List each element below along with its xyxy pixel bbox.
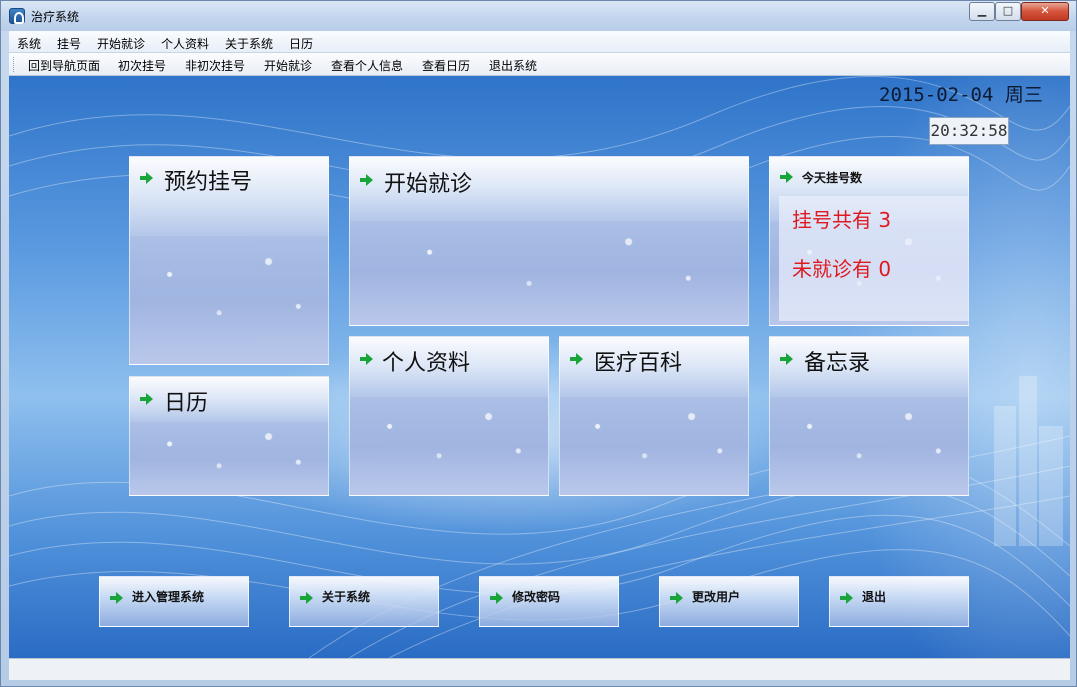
title-bar[interactable]: 治疗系统 ▁ □ ✕ [1,1,1076,31]
minimize-button[interactable]: ▁ [969,2,995,21]
green-arrow-icon [670,591,684,605]
menu-start-consult[interactable]: 开始就诊 [97,35,145,52]
tool-bar: 回到导航页面 初次挂号 非初次挂号 开始就诊 查看个人信息 查看日历 退出系统 [9,53,1070,76]
button-label: 进入管理系统 [132,590,205,604]
menu-about[interactable]: 关于系统 [225,35,273,52]
tile-label: 备忘录 [804,351,871,376]
green-arrow-icon [300,591,314,605]
toolbar-grip[interactable] [13,57,16,72]
green-arrow-icon [360,352,374,366]
tile-background [770,397,968,495]
clock-display: 20:32:58 [929,117,1009,145]
tile-background [130,235,328,364]
tile-label: 预约挂号 [164,170,253,195]
green-arrow-icon [360,173,374,187]
tile-label: 开始就诊 [384,172,473,197]
tile-label: 日历 [164,391,209,416]
menu-system[interactable]: 系统 [17,35,41,52]
about-system-button[interactable]: 关于系统 [289,576,439,627]
toolbar-back-to-nav[interactable]: 回到导航页面 [28,57,100,74]
calendar-tile[interactable]: 日历 [129,376,329,496]
tile-background [130,421,328,495]
registered-count: 挂号共有 3 [792,208,892,232]
green-arrow-icon [490,591,504,605]
maximize-button[interactable]: □ [995,2,1021,21]
green-arrow-icon [840,591,854,605]
button-label: 更改用户 [692,590,741,604]
button-label: 退出 [862,590,887,604]
tile-label: 医疗百科 [594,351,683,376]
menu-bar: 系统 挂号 开始就诊 个人资料 关于系统 日历 [9,31,1070,53]
toolbar-return-register[interactable]: 非初次挂号 [185,57,245,74]
toolbar-view-profile[interactable]: 查看个人信息 [331,57,403,74]
green-arrow-icon [140,392,154,406]
green-arrow-icon [780,170,794,184]
menu-profile[interactable]: 个人资料 [161,35,209,52]
toolbar-first-register[interactable]: 初次挂号 [118,57,166,74]
app-icon [9,8,25,24]
tile-background [350,220,748,325]
tile-background [350,397,548,495]
toolbar-exit-system[interactable]: 退出系统 [489,57,537,74]
today-count-title: 今天挂号数 [802,171,863,185]
green-arrow-icon [570,352,584,366]
memo-tile[interactable]: 备忘录 [769,336,969,496]
not-seen-count: 未就诊有 0 [792,257,892,281]
change-password-button[interactable]: 修改密码 [479,576,619,627]
green-arrow-icon [780,352,794,366]
main-panel: 2015-02-04 周三 20:32:58 预约挂号 开始就诊 今天挂号数 挂… [9,76,1070,658]
menu-calendar[interactable]: 日历 [289,35,313,52]
menu-register[interactable]: 挂号 [57,35,81,52]
exit-button[interactable]: 退出 [829,576,969,627]
enter-admin-button[interactable]: 进入管理系统 [99,576,249,627]
profile-tile[interactable]: 个人资料 [349,336,549,496]
green-arrow-icon [110,591,124,605]
encyclopedia-tile[interactable]: 医疗百科 [559,336,749,496]
button-label: 关于系统 [322,590,371,604]
tile-background [560,397,748,495]
tile-label: 个人资料 [382,351,471,376]
close-button[interactable]: ✕ [1021,2,1069,21]
change-user-button[interactable]: 更改用户 [659,576,799,627]
button-label: 修改密码 [512,590,561,604]
toolbar-view-calendar[interactable]: 查看日历 [422,57,470,74]
date-display: 2015-02-04 周三 [879,84,1043,106]
window-title: 治疗系统 [31,10,80,24]
appointment-tile[interactable]: 预约挂号 [129,156,329,365]
toolbar-start-consult[interactable]: 开始就诊 [264,57,312,74]
app-window: 治疗系统 ▁ □ ✕ 系统 挂号 开始就诊 个人资料 关于系统 日历 回到导航页… [0,0,1077,687]
status-bar [9,658,1070,680]
start-consult-tile[interactable]: 开始就诊 [349,156,749,326]
green-arrow-icon [140,171,154,185]
